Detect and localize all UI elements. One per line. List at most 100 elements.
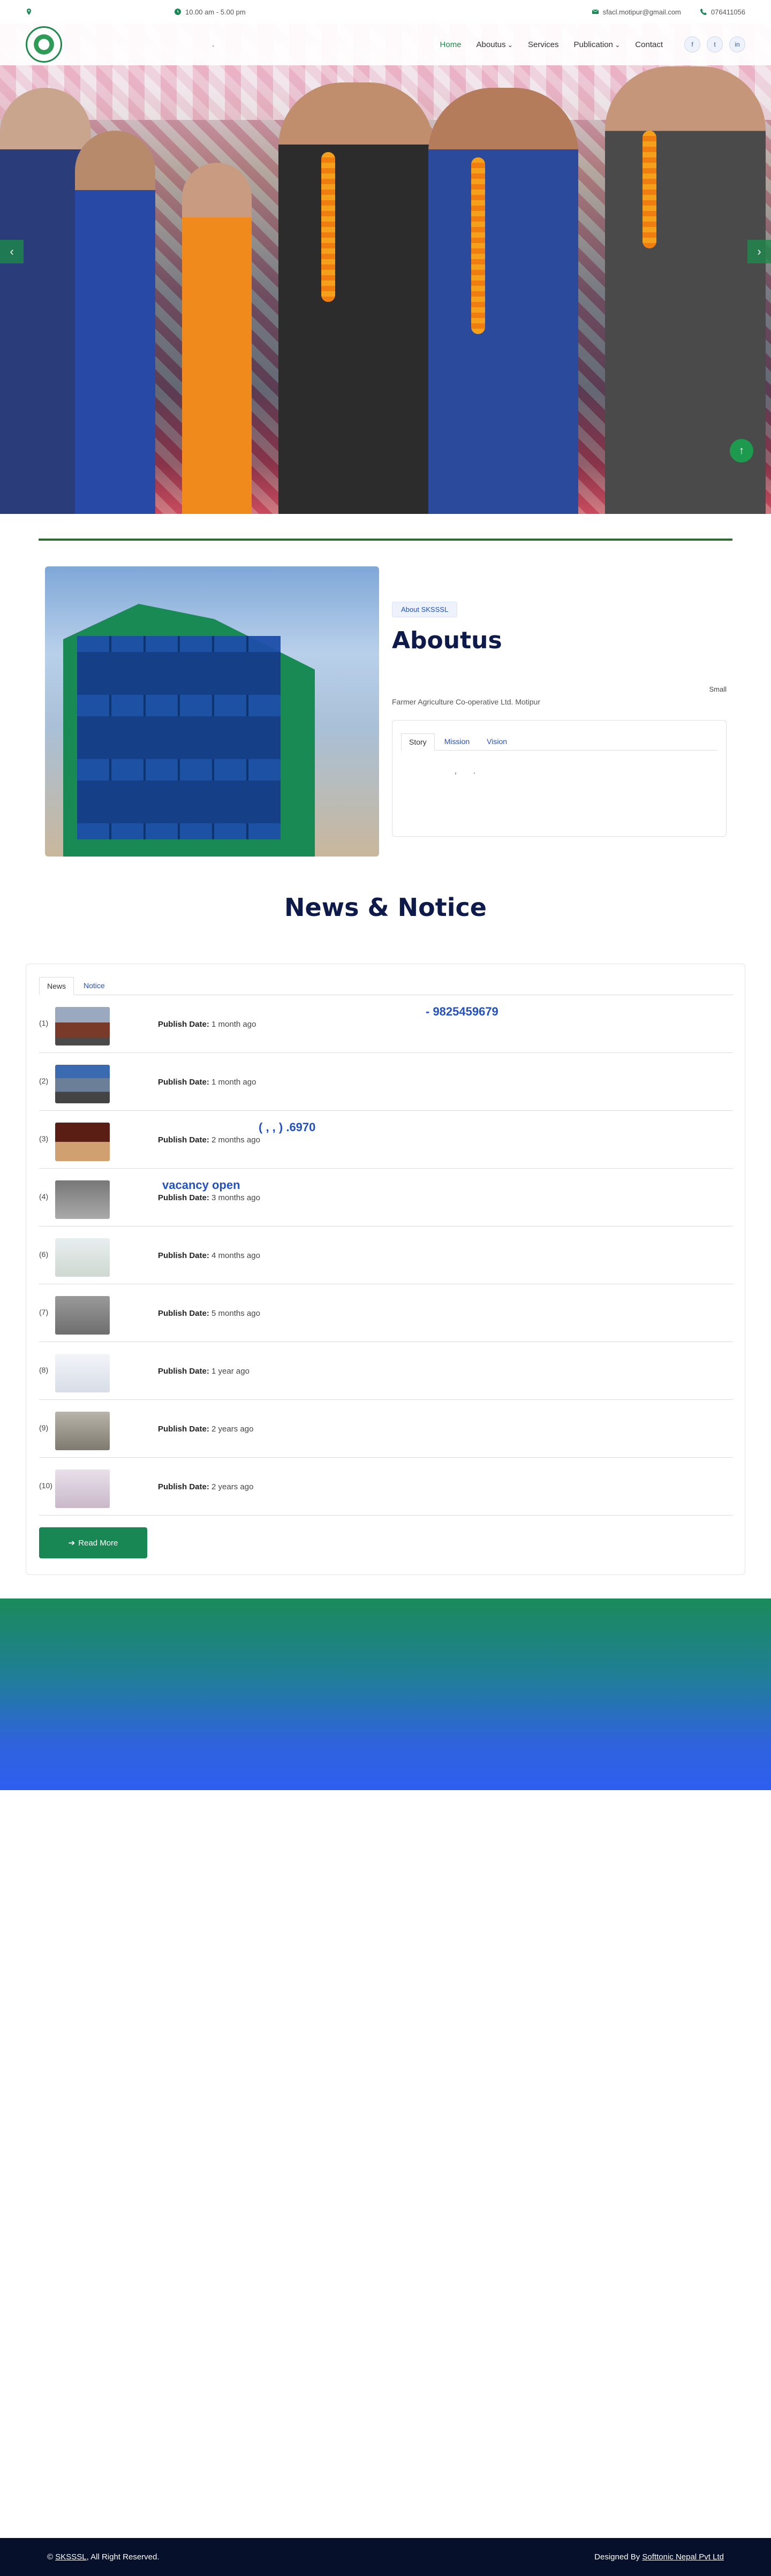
twitter-icon[interactable]: t [707,36,723,52]
social-links: f t in [684,36,745,52]
publish-date-label: Publish Date: [158,1135,209,1145]
tab-story[interactable]: Story [401,733,435,751]
copyright-symbol: © [47,2552,54,2562]
nav-item-home[interactable]: Home [440,40,462,49]
news-title[interactable]: - 9825459679 [426,1005,498,1019]
copyright-bar: © SKSSSL, All Right Reserved. Designed B… [0,2538,771,2576]
news-row[interactable]: (1) - 9825459679 Publish Date: 1 month ago [39,995,733,1053]
nav-item-aboutus[interactable]: Aboutus [477,40,513,49]
news-thumbnail[interactable] [55,1469,110,1508]
news-row[interactable]: (6) Publish Date: 4 months ago [39,1226,733,1284]
publish-date: Publish Date: 3 months ago [158,1193,260,1202]
publish-date: Publish Date: 2 years ago [158,1482,253,1491]
news-title[interactable]: vacancy open [162,1178,240,1192]
nav-menu: Home Aboutus Services Publication Contac… [440,40,663,49]
site-logo[interactable] [26,26,62,63]
facebook-icon[interactable]: f [684,36,700,52]
news-row[interactable]: (3)( , , ) .6970 Publish Date: 2 months a… [39,1111,733,1169]
nav-item-services[interactable]: Services [528,40,559,49]
publish-date-label: Publish Date: [158,1078,209,1087]
nav-item-publication[interactable]: Publication [574,40,621,49]
designer-credit: Designed By Softtonic Nepal Pvt Ltd [594,2552,724,2562]
building-windows [77,636,281,839]
main-navbar: . Home Aboutus Services Publication Cont… [0,24,771,65]
news-number: (10) [39,1481,52,1490]
news-thumbnail[interactable] [55,1238,110,1277]
hero-figure [278,82,434,514]
clock-icon [175,9,181,15]
publish-date-value: 5 months ago [211,1309,260,1318]
news-number: (9) [39,1423,49,1432]
news-number: (1) [39,1019,49,1027]
designer-link[interactable]: Softtonic Nepal Pvt Ltd [642,2552,724,2562]
carousel-prev-button[interactable]: ‹ [0,240,24,263]
tab-mission[interactable]: Mission [437,733,477,750]
flower-garland [321,152,335,302]
hero-figure [428,88,578,514]
news-row[interactable]: (2) Publish Date: 1 month ago [39,1053,733,1111]
tab-vision[interactable]: Vision [479,733,515,750]
tab-news[interactable]: News [39,977,74,995]
news-thumbnail[interactable] [55,1065,110,1103]
news-row[interactable]: (9) Publish Date: 2 years ago [39,1400,733,1458]
news-tabs: News Notice [39,977,733,995]
news-list: (1) - 9825459679 Publish Date: 1 month ago… [39,995,733,1516]
news-thumbnail[interactable] [55,1123,110,1161]
news-row[interactable]: (8) Publish Date: 1 year ago [39,1342,733,1400]
about-tabs: Story Mission Vision [401,733,717,751]
carousel-next-button[interactable]: › [747,240,771,263]
about-tabs-card: Story Mission Vision , . [392,720,727,837]
phone-info[interactable]: 076411056 [700,8,745,16]
news-row[interactable]: (10) Publish Date: 2 years ago [39,1458,733,1516]
publish-date-value: 1 year ago [211,1367,250,1376]
email-info[interactable]: sfacl.motipur@gmail.com [592,8,681,16]
publish-date-label: Publish Date: [158,1193,209,1202]
publish-date-value: 1 month ago [211,1020,256,1029]
publish-date-value: 1 month ago [211,1078,256,1087]
publish-date: Publish Date: 2 months ago [158,1135,260,1145]
news-thumbnail[interactable] [55,1180,110,1219]
top-info-bar: 10.00 am - 5.00 pm sfacl.motipur@gmail.c… [0,0,771,24]
news-row[interactable]: (7) Publish Date: 5 months ago [39,1284,733,1342]
tab-notice[interactable]: Notice [76,977,112,995]
news-number: (7) [39,1308,49,1316]
publish-date-value: 2 years ago [211,1425,254,1434]
section-divider [39,539,732,541]
linkedin-icon[interactable]: in [729,36,745,52]
about-building-image [45,566,379,857]
hero-figure [182,163,252,514]
publish-date: Publish Date: 1 month ago [158,1078,256,1087]
brand-placeholder: . [212,40,215,49]
location-info [26,9,176,15]
read-more-button[interactable]: ➔ Read More [39,1527,147,1558]
news-row[interactable]: (4) vacancy open Publish Date: 3 months ag… [39,1169,733,1226]
back-to-top-button[interactable]: ↑ [730,439,753,463]
map-pin-icon [26,9,32,15]
copyright-text: © SKSSSL, All Right Reserved. [47,2552,160,2562]
news-number: (8) [39,1366,49,1374]
designed-by-label: Designed By [594,2552,640,2562]
news-thumbnail[interactable] [55,1412,110,1450]
news-number: (4) [39,1192,49,1201]
footer-gradient-band [0,1598,771,1790]
brand-link[interactable]: SKSSSL [55,2552,86,2562]
publish-date-label: Publish Date: [158,1020,209,1029]
news-thumbnail[interactable] [55,1007,110,1045]
publish-date-value: 2 years ago [211,1482,254,1491]
nav-item-contact[interactable]: Contact [635,40,663,49]
publish-date-label: Publish Date: [158,1425,209,1434]
about-badge: About SKSSSL [392,602,458,617]
news-title[interactable]: ( , , ) .6970 [259,1120,315,1134]
publish-date: Publish Date: 5 months ago [158,1309,260,1318]
news-number: (6) [39,1250,49,1259]
publish-date-value: 4 months ago [211,1251,260,1260]
publish-date-label: Publish Date: [158,1251,209,1260]
hero-carousel [0,24,771,514]
news-thumbnail[interactable] [55,1296,110,1335]
copyright-suffix: , All Right Reserved. [86,2552,160,2562]
publish-date-label: Publish Date: [158,1309,209,1318]
news-thumbnail[interactable] [55,1354,110,1392]
phone-text: 076411056 [710,7,745,16]
read-more-label: Read More [78,1538,118,1548]
publish-date: Publish Date: 1 month ago [158,1020,256,1029]
